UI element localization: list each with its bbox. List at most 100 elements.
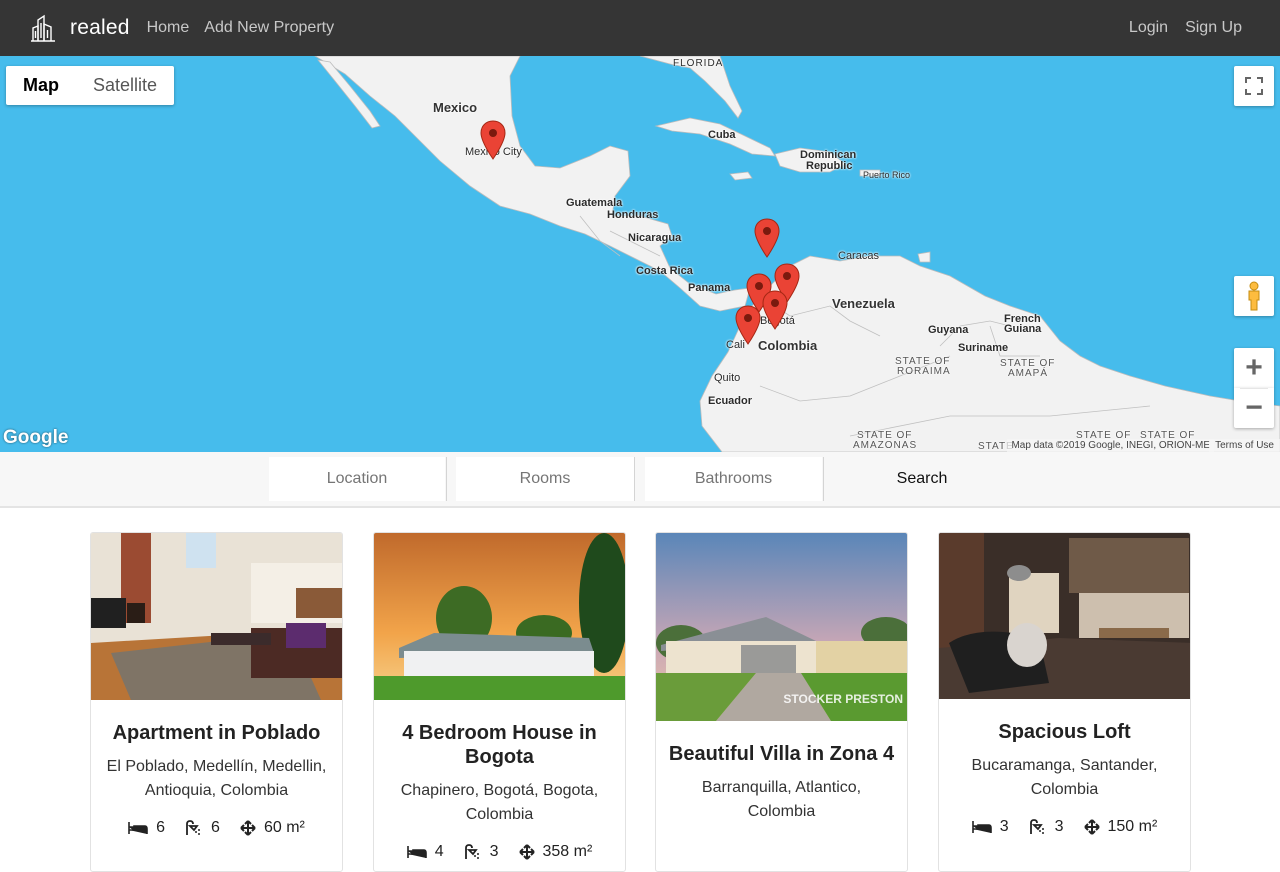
map-label-venezuela: Venezuela [832,296,895,311]
nav-login-link[interactable]: Login [1129,19,1168,37]
map-marker-pin[interactable] [480,120,506,160]
area-size: 358 m² [518,843,593,861]
map-marker-pin[interactable] [762,290,788,330]
buildings-icon [31,14,55,42]
map-label-nicaragua: Nicaragua [628,232,682,244]
baths-count: 3 [1029,818,1064,836]
listing-card[interactable]: 4 Bedroom House in Bogota Chapinero, Bog… [373,532,626,872]
google-logo: Google [3,427,69,448]
map-marker-pin[interactable] [754,218,780,258]
listing-card[interactable]: Apartment in Poblado El Poblado, Medellí… [90,532,343,872]
map-label-colombia: Colombia [758,338,818,353]
listing-address: Barranquilla, Atlantico, Colombia [701,779,862,820]
area-size: 60 m² [240,819,305,837]
bathrooms-input[interactable] [645,457,822,501]
map-landmass [314,56,1280,452]
map-label-amazonas-2: AMAZONAS [853,440,918,451]
listing-photo[interactable]: STOCKER PRESTON [656,533,907,721]
zoom-in-button[interactable]: + [1234,348,1274,388]
map-label-suriname: Suriname [958,342,1009,354]
nav-signup-link[interactable]: Sign Up [1185,19,1242,37]
listing-photo[interactable] [939,533,1190,699]
search-bar: Search [0,452,1280,508]
map-label-honduras: Honduras [607,209,659,221]
baths-value: 3 [489,843,499,860]
rooms-count: 6 [128,819,165,837]
map-type-map-button[interactable]: Map [6,66,76,105]
baths-value: 3 [1054,818,1064,835]
listing-address: El Poblado, Medellín, Medellin, Antioqui… [106,758,327,799]
brand-logo[interactable]: realed [30,14,130,42]
listing-title: Apartment in Poblado [112,722,321,744]
terms-of-use-link[interactable]: Terms of Use [1209,439,1280,452]
map-label-mexico: Mexico [433,100,478,115]
map-label-guatemala: Guatemala [566,197,623,209]
listing-title: Beautiful Villa in Zona 4 [668,743,895,765]
nav-home-link[interactable]: Home [147,19,190,37]
plus-icon: + [1245,351,1263,384]
listing-title: 4 Bedroom House in Bogota [402,722,597,768]
listing-card[interactable]: Spacious Loft Bucaramanga, Santander, Co… [938,532,1191,872]
top-navbar: realed Home Add New Property Login Sign … [0,0,1280,56]
map-label-guyana: Guyana [928,324,969,336]
zoom-out-button[interactable]: − [1234,388,1274,428]
map-attribution: Map data ©2019 Google, INEGI, ORION-ME [1007,439,1214,452]
loft-photo [939,533,1190,699]
shower-icon [1029,819,1044,834]
area-size: 150 m² [1083,818,1158,836]
map-label-panama: Panama [688,282,731,294]
nav-add-property-link[interactable]: Add New Property [204,19,334,37]
arrows-move-icon [518,844,535,860]
fullscreen-icon [1245,77,1263,95]
property-map[interactable]: FLORIDA Mexico Mexico City Cuba Dominica… [0,56,1280,452]
area-value: 358 m² [542,843,593,860]
bed-icon [406,846,427,858]
map-label-cuba: Cuba [708,129,736,141]
photo-watermark: STOCKER PRESTON [783,692,903,706]
search-button[interactable]: Search [827,457,1017,501]
area-value: 150 m² [1107,818,1158,835]
bed-icon [128,822,148,834]
minus-icon: − [1245,391,1263,424]
map-marker-pin[interactable] [735,305,761,345]
search-divider [634,457,635,501]
arrows-move-icon [240,820,256,836]
map-label-french-2: Guiana [1004,323,1042,335]
house-sunset-photo [374,533,625,700]
listing-photo[interactable] [91,533,342,700]
listing-address: Bucaramanga, Santander, Colombia [971,757,1158,798]
rooms-value: 6 [156,819,166,836]
street-view-button[interactable] [1234,276,1274,316]
arrows-move-icon [1083,819,1100,835]
rooms-count: 3 [971,818,1009,836]
map-type-satellite-button[interactable]: Satellite [76,66,174,105]
search-divider [823,457,824,501]
listing-photo[interactable] [374,533,625,700]
map-label-costa-rica: Costa Rica [636,265,693,277]
living-room-photo [91,533,342,700]
location-input[interactable] [269,457,445,501]
map-label-roraima-2: RORAIMA [897,366,951,377]
baths-count: 3 [464,843,499,861]
fullscreen-button[interactable] [1234,66,1274,106]
zoom-divider [1240,388,1268,389]
rooms-value: 3 [999,818,1009,835]
map-label-quito: Quito [714,372,741,384]
listing-title: Spacious Loft [998,721,1131,743]
rooms-input[interactable] [456,457,634,501]
map-label-ecuador: Ecuador [708,395,753,407]
shower-icon [186,820,201,835]
area-value: 60 m² [263,819,305,836]
shower-icon [464,844,479,859]
map-label-puerto-rico: Puerto Rico [863,170,911,180]
listing-card[interactable]: STOCKER PRESTON Beautiful Villa in Zona … [655,532,908,872]
map-label-dominican-2: Republic [806,160,853,172]
rooms-count: 4 [406,843,444,861]
pegman-icon [1248,281,1260,311]
bed-icon [971,821,992,833]
search-divider [446,457,447,501]
baths-count: 6 [185,819,220,837]
baths-value: 6 [211,819,220,836]
brand-name: realed [70,16,130,39]
map-label-amapa-2: AMAPÁ [1008,368,1049,379]
